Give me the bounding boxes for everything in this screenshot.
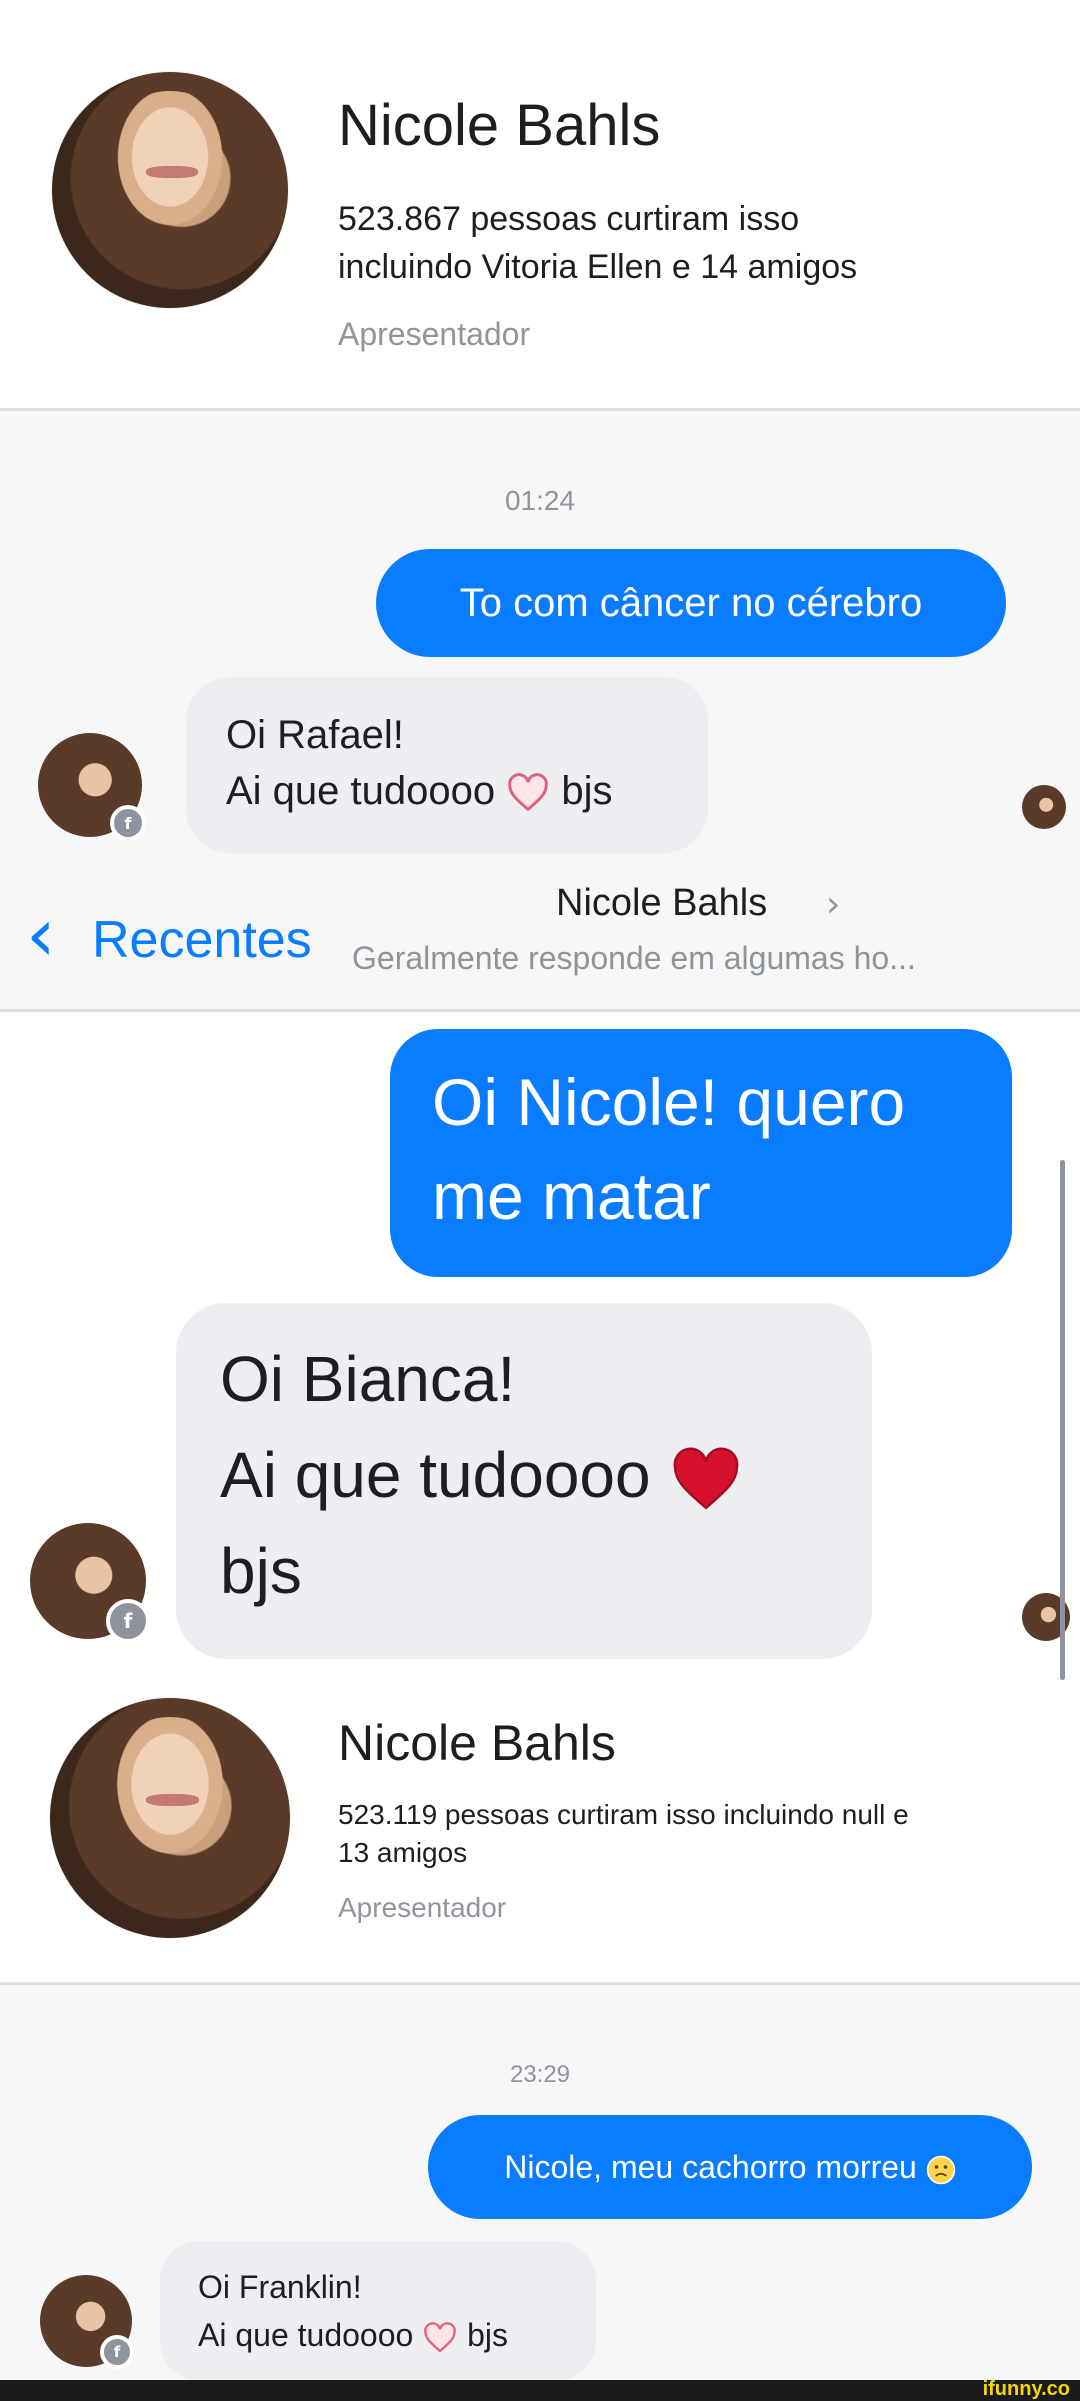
heart-outline-icon (508, 773, 549, 812)
scrollbar[interactable] (1060, 1160, 1065, 1680)
chat-1: 01:24 To com câncer no cérebro f Oi Rafa… (0, 411, 1080, 862)
incoming-line-reply: Ai que tudoooo bjs (226, 769, 613, 813)
profile-name: Nicole Bahls (338, 1715, 616, 1771)
incoming-line-reply: Ai que tudoooo bjs (198, 2317, 508, 2353)
conversation-nav-bar: ‹ Recentes Nicole Bahls › Geralmente res… (0, 862, 1080, 1012)
watermark-bar: ifunny.co (0, 2378, 1080, 2401)
screenshot-1: Nicole Bahls 523.867 pessoas curtiram is… (0, 0, 1080, 410)
incoming-line-greeting: Oi Franklin! (198, 2269, 362, 2305)
watermark-text: ifunny.co (982, 2378, 1070, 2400)
messenger-badge-icon: f (100, 2335, 134, 2369)
outgoing-message-text: To com câncer no cérebro (459, 581, 923, 625)
incoming-message[interactable]: Oi Rafael! Ai que tudoooo bjs (186, 677, 708, 853)
outgoing-message[interactable]: Nicole, meu cachorro morreu (428, 2115, 1032, 2219)
heart-outline-icon (424, 2321, 457, 2353)
messenger-badge-icon: f (106, 1599, 150, 1643)
outgoing-message-large[interactable]: Oi Nicole! quero me matar (390, 1029, 1012, 1277)
outgoing-line-1: Oi Nicole! quero (432, 1065, 906, 1139)
chat-3: 23:29 Nicole, meu cachorro morreu f Oi F… (0, 1985, 1080, 2380)
message-timestamp: 23:29 (509, 2061, 571, 2088)
outgoing-message-text: Nicole, meu cachorro morreu (504, 2149, 917, 2185)
profile-name: Nicole Bahls (338, 93, 661, 158)
conversation-title[interactable]: Nicole Bahls (556, 882, 767, 925)
read-receipt-avatar (1022, 785, 1066, 829)
likes-text-line1: 523.119 pessoas curtiram isso incluindo … (338, 1799, 909, 1830)
chat-2: Oi Nicole! quero me matar Oi Bianca! Ai … (0, 1015, 1080, 1681)
outgoing-line-2: me matar (432, 1159, 711, 1233)
incoming-message[interactable]: Oi Franklin! Ai que tudoooo bjs (160, 2241, 596, 2380)
heart-filled-icon (673, 1447, 739, 1510)
incoming-line-greeting: Oi Rafael! (226, 713, 404, 757)
likes-text-line2: incluindo Vitoria Ellen e 14 amigos (338, 248, 858, 286)
message-timestamp: 01:24 (504, 485, 576, 516)
likes-text-line2: 13 amigos (338, 1837, 468, 1868)
incoming-line-bjs: bjs (220, 1535, 302, 1607)
profile-category: Apresentador (338, 316, 531, 352)
profile-avatar[interactable] (50, 1698, 290, 1938)
incoming-message-large[interactable]: Oi Bianca! Ai que tudoooo bjs (176, 1303, 872, 1659)
back-button-label[interactable]: Recentes (92, 910, 312, 970)
incoming-line-reply: Ai que tudoooo (220, 1427, 828, 1523)
profile-category: Apresentador (338, 1892, 507, 1923)
messenger-badge-icon: f (110, 805, 146, 841)
chevron-right-icon[interactable]: › (826, 884, 840, 925)
sad-emoji-icon (926, 2155, 955, 2184)
back-chevron-icon[interactable]: ‹ (26, 892, 56, 978)
likes-text-line1: 523.867 pessoas curtiram isso (338, 200, 800, 238)
response-time-subtitle: Geralmente responde em algumas ho... (352, 940, 916, 976)
incoming-line-greeting: Oi Bianca! (220, 1343, 516, 1415)
screenshot-3: Nicole Bahls 523.119 pessoas curtiram is… (0, 1684, 1080, 1984)
outgoing-message[interactable]: To com câncer no cérebro (376, 549, 1006, 657)
profile-avatar[interactable] (52, 72, 288, 308)
